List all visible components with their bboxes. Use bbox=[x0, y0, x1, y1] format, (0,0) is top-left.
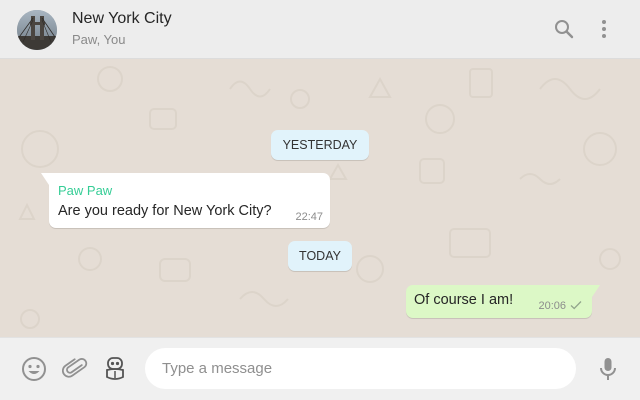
attach-button[interactable] bbox=[61, 356, 88, 382]
chat-header: New York City Paw, You bbox=[0, 0, 640, 59]
paperclip-icon bbox=[61, 358, 88, 378]
brooklyn-bridge-photo bbox=[17, 10, 57, 50]
message-text: Are you ready for New York City? bbox=[58, 203, 272, 219]
date-divider-yesterday: YESTERDAY bbox=[271, 130, 369, 160]
search-icon bbox=[555, 20, 574, 39]
avatar[interactable] bbox=[17, 10, 57, 50]
emoji-icon bbox=[22, 357, 46, 381]
message-time: 22:47 bbox=[295, 211, 323, 223]
chat-app: New York City Paw, You YESTERDAY Paw Paw… bbox=[0, 0, 640, 400]
robot-icon bbox=[106, 357, 124, 380]
date-divider-today: TODAY bbox=[288, 241, 352, 271]
microphone-icon bbox=[600, 358, 616, 380]
message-list[interactable]: YESTERDAY Paw Paw Are you ready for New … bbox=[0, 59, 640, 337]
incoming-message[interactable]: Paw Paw Are you ready for New York City?… bbox=[41, 173, 330, 228]
outgoing-message[interactable]: Of course I am! 20:06 bbox=[406, 285, 600, 318]
message-time: 20:06 bbox=[538, 300, 566, 312]
bubble-tail bbox=[592, 285, 600, 297]
menu-button[interactable] bbox=[592, 17, 616, 41]
bubble-tail bbox=[41, 173, 49, 185]
single-check-icon bbox=[570, 301, 582, 310]
more-vertical-icon bbox=[602, 20, 606, 38]
message-composer bbox=[0, 337, 640, 400]
chat-participants: Paw, You bbox=[72, 32, 126, 47]
emoji-button[interactable] bbox=[21, 356, 47, 382]
message-input[interactable] bbox=[145, 348, 576, 389]
chat-title: New York City bbox=[72, 10, 172, 27]
sender-name[interactable]: Paw Paw bbox=[58, 183, 112, 198]
message-text: Of course I am! bbox=[414, 292, 514, 308]
microphone-button[interactable] bbox=[595, 356, 621, 382]
search-button[interactable] bbox=[552, 17, 576, 41]
bot-button[interactable] bbox=[102, 355, 128, 381]
